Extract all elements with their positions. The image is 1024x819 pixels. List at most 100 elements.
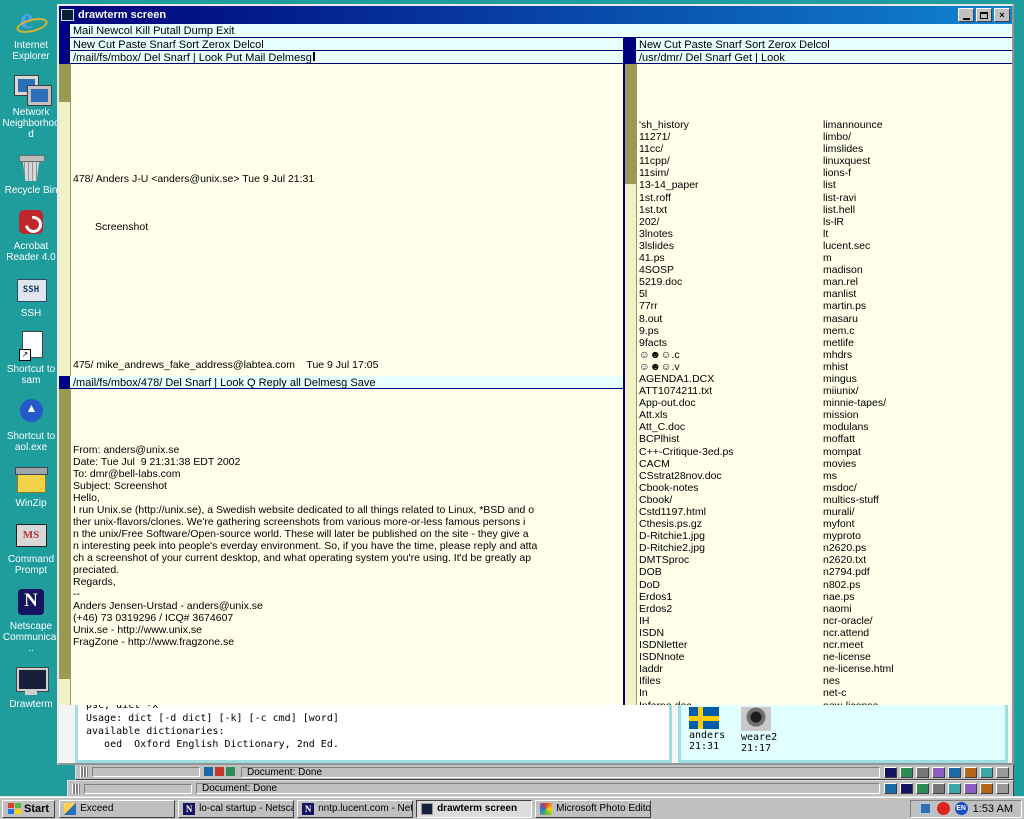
- netscape-dock-icons[interactable]: [884, 766, 1009, 778]
- file-entry[interactable]: ls-lR: [823, 216, 1010, 228]
- face-tile[interactable]: anders 21:31: [689, 707, 735, 760]
- message-body[interactable]: From: anders@unix.se Date: Tue Jul 9 21:3…: [59, 389, 623, 705]
- navigator-icon[interactable]: [884, 766, 897, 778]
- dock-icon[interactable]: [964, 783, 977, 794]
- file-entry[interactable]: DOB: [639, 566, 821, 578]
- file-entry[interactable]: AGENDA1.DCX: [639, 373, 821, 385]
- file-entry[interactable]: CSstrat28nov.doc: [639, 470, 821, 482]
- acme-scrollbar[interactable]: [59, 64, 71, 376]
- file-entry[interactable]: masaru: [823, 313, 1010, 325]
- mail-list-item[interactable]: 478/ Anders J-U <anders@unix.se> Tue 9 J…: [73, 137, 623, 269]
- file-entry[interactable]: ISDNnote: [639, 651, 821, 663]
- composer-icon[interactable]: [948, 766, 961, 778]
- file-entry[interactable]: 3lslides: [639, 240, 821, 252]
- file-entry[interactable]: list: [823, 179, 1010, 191]
- file-entry[interactable]: 11271/: [639, 131, 821, 143]
- file-entry[interactable]: ms: [823, 470, 1010, 482]
- dock-icon[interactable]: [980, 766, 993, 778]
- taskbar-button[interactable]: lo-cal startup - Netscape: [178, 799, 295, 818]
- desktop-icon[interactable]: Shortcut to sam: [2, 330, 60, 386]
- close-button[interactable]: ×: [994, 8, 1010, 22]
- right-column-tag[interactable]: New Cut Paste Snarf Sort Zerox Delcol: [625, 38, 1012, 51]
- file-entry[interactable]: 11cc/: [639, 143, 821, 155]
- taskbar-button[interactable]: drawterm screen: [416, 799, 533, 818]
- column-tag-text[interactable]: New Cut Paste Snarf Sort Zerox Delcol: [70, 38, 264, 51]
- dock-icon[interactable]: [996, 766, 1009, 778]
- file-entry[interactable]: lucent.sec: [823, 240, 1010, 252]
- acme-scrollbar[interactable]: [59, 389, 71, 705]
- file-entry[interactable]: 41.ps: [639, 252, 821, 264]
- file-entry[interactable]: DoD: [639, 579, 821, 591]
- file-entry[interactable]: myproto: [823, 530, 1010, 542]
- column-tag-text[interactable]: New Cut Paste Snarf Sort Zerox Delcol: [636, 38, 830, 51]
- file-entry[interactable]: 11sim/: [639, 167, 821, 179]
- file-entry[interactable]: miiunix/: [823, 385, 1010, 397]
- desktop-icon[interactable]: Command Prompt: [2, 520, 60, 576]
- mail-list-item[interactable]: 475/ mike_andrews_fake_address@labtea.co…: [73, 323, 623, 376]
- file-entry[interactable]: manlist: [823, 288, 1010, 300]
- desktop-icon[interactable]: Internet Explorer: [2, 2, 60, 62]
- file-entry[interactable]: modulans: [823, 421, 1010, 433]
- file-entry[interactable]: 9facts: [639, 337, 821, 349]
- file-entry[interactable]: 3lnotes: [639, 228, 821, 240]
- file-entry[interactable]: BCPlhist: [639, 433, 821, 445]
- file-entry[interactable]: myfont: [823, 518, 1010, 530]
- file-entry[interactable]: list.hell: [823, 204, 1010, 216]
- file-entry[interactable]: martin.ps: [823, 300, 1010, 312]
- file-entry[interactable]: CACM: [639, 458, 821, 470]
- desktop-icon[interactable]: Netscape Communica...: [2, 587, 60, 654]
- address-book-icon[interactable]: [932, 766, 945, 778]
- acme-box-icon[interactable]: [59, 376, 70, 388]
- file-entry[interactable]: Att.xls: [639, 409, 821, 421]
- clock[interactable]: 1:53 AM: [973, 803, 1013, 815]
- maximize-button[interactable]: [976, 8, 992, 22]
- mailbox-icon[interactable]: [900, 766, 913, 778]
- file-entry[interactable]: ncr.attend: [823, 627, 1010, 639]
- desktop-icon[interactable]: Shortcut to aol.exe: [2, 397, 60, 453]
- file-entry[interactable]: ne-license.html: [823, 663, 1010, 675]
- start-button[interactable]: Start: [2, 799, 56, 818]
- scrollbar-thumb[interactable]: [59, 389, 70, 679]
- file-entry[interactable]: net-c: [823, 687, 1010, 699]
- file-entry[interactable]: n2794.pdf: [823, 566, 1010, 578]
- mbox-body[interactable]: 478/ Anders J-U <anders@unix.se> Tue 9 J…: [59, 64, 623, 376]
- file-entry[interactable]: ne-license: [823, 651, 1010, 663]
- file-entry[interactable]: multics-stuff: [823, 494, 1010, 506]
- file-entry[interactable]: mem.c: [823, 325, 1010, 337]
- taskbar-button[interactable]: nntp.lucent.com - Netscap...: [297, 799, 414, 818]
- shell-window[interactable]: psc, dict -x Usage: dict [-d dict] [-k] […: [75, 705, 672, 763]
- file-entry[interactable]: mhist: [823, 361, 1010, 373]
- dock-icon[interactable]: [964, 766, 977, 778]
- file-entry[interactable]: In: [639, 687, 821, 699]
- file-entry[interactable]: ☺☻☺.c: [639, 349, 821, 361]
- file-entry[interactable]: list-ravi: [823, 192, 1010, 204]
- mbox-tag[interactable]: /mail/fs/mbox/ Del Snarf | Look Put Mail…: [59, 51, 623, 64]
- file-entry[interactable]: lt: [823, 228, 1010, 240]
- faces-window[interactable]: anders 21:31 weare2 21:17: [678, 705, 1008, 763]
- file-entry[interactable]: movies: [823, 458, 1010, 470]
- file-entry[interactable]: ncr.meet: [823, 639, 1010, 651]
- mail-list-header[interactable]: 478/ Anders J-U <anders@unix.se> Tue 9 J…: [73, 173, 623, 185]
- composer-icon[interactable]: [948, 783, 961, 794]
- mailbox-icon[interactable]: [900, 783, 913, 794]
- mail-list-header[interactable]: 475/ mike_andrews_fake_address@labtea.co…: [73, 359, 623, 371]
- file-entry[interactable]: madison: [823, 264, 1010, 276]
- language-indicator[interactable]: EN: [954, 802, 968, 815]
- file-entry[interactable]: limannounce: [823, 119, 1010, 131]
- address-book-icon[interactable]: [932, 783, 945, 794]
- taskbar-button[interactable]: Exceed: [59, 799, 176, 818]
- file-entry[interactable]: 4SOSP: [639, 264, 821, 276]
- file-entry[interactable]: n802.ps: [823, 579, 1010, 591]
- directory-tag-text[interactable]: /usr/dmr/ Del Snarf Get | Look: [636, 51, 785, 64]
- dock-icon[interactable]: [996, 783, 1009, 794]
- file-entry[interactable]: man.rel: [823, 276, 1010, 288]
- file-entry[interactable]: naomi: [823, 603, 1010, 615]
- left-column-tag[interactable]: New Cut Paste Snarf Sort Zerox Delcol: [59, 38, 623, 51]
- file-entry[interactable]: 77rr: [639, 300, 821, 312]
- navigator-icon[interactable]: [884, 783, 897, 794]
- file-entry[interactable]: murali/: [823, 506, 1010, 518]
- desktop-icon[interactable]: Recycle Bin: [2, 151, 60, 196]
- file-entry[interactable]: ISDNletter: [639, 639, 821, 651]
- file-entry[interactable]: m: [823, 252, 1010, 264]
- file-entry[interactable]: msdoc/: [823, 482, 1010, 494]
